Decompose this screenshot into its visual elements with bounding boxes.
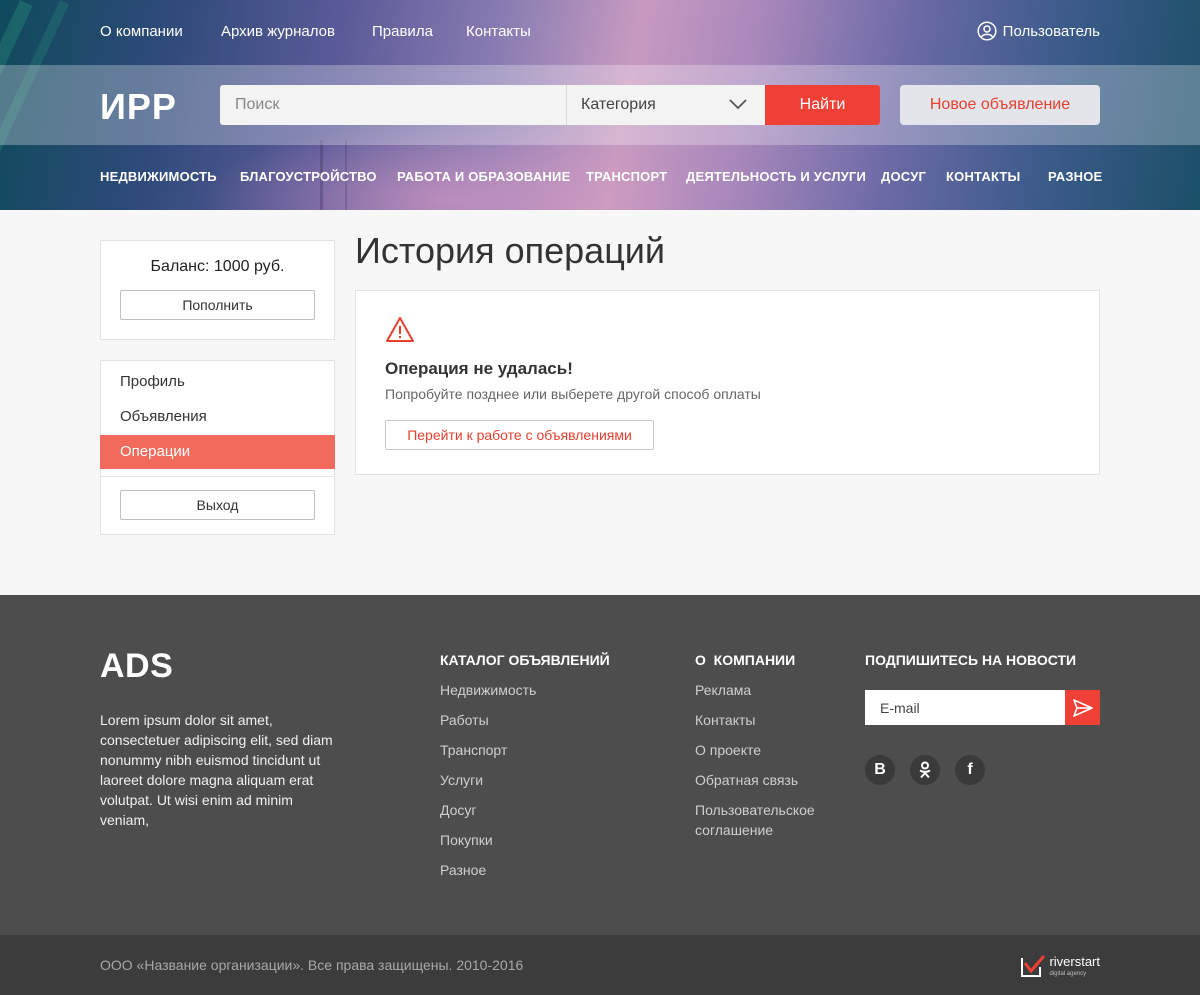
catalog-title: КАТАЛОГ ОБЪЯВЛЕНИЙ bbox=[440, 652, 610, 668]
company-title: О КОМПАНИИ bbox=[695, 652, 796, 668]
logout-button[interactable]: Выход bbox=[120, 490, 315, 520]
cat-improvement[interactable]: БЛАГОУСТРОЙСТВО bbox=[240, 169, 377, 184]
cat-leisure[interactable]: ДОСУГ bbox=[881, 169, 926, 184]
warning-icon bbox=[386, 317, 414, 342]
cat-work-education[interactable]: РАБОТА И ОБРАЗОВАНИЕ bbox=[397, 169, 570, 184]
search-input[interactable] bbox=[220, 85, 566, 125]
user-menu[interactable]: Пользователь bbox=[977, 21, 1100, 41]
company-link[interactable]: Реклама bbox=[695, 680, 751, 700]
cat-transport[interactable]: ТРАНСПОРТ bbox=[586, 169, 667, 184]
copyright: ООО «Название организации». Все права за… bbox=[100, 957, 524, 973]
topnav-about[interactable]: О компании bbox=[100, 23, 183, 40]
cat-realty[interactable]: НЕДВИЖИМОСТЬ bbox=[100, 169, 217, 184]
facebook-icon[interactable]: f bbox=[955, 755, 985, 785]
vk-icon[interactable]: B bbox=[865, 755, 895, 785]
category-navigation: НЕДВИЖИМОСТЬ БЛАГОУСТРОЙСТВО РАБОТА И ОБ… bbox=[100, 165, 1102, 189]
agency-name: riverstart bbox=[1049, 954, 1100, 969]
find-button[interactable]: Найти bbox=[765, 85, 880, 125]
top-navigation: О компании Архив журналов Правила Контак… bbox=[100, 0, 1100, 65]
riverstart-logo-icon bbox=[1021, 954, 1046, 977]
company-link[interactable]: О проекте bbox=[695, 740, 761, 760]
odnoklassniki-icon[interactable] bbox=[910, 755, 940, 785]
bottom-bar: ООО «Название организации». Все права за… bbox=[0, 935, 1200, 995]
error-title: Операция не удалась! bbox=[385, 359, 573, 378]
company-link[interactable]: Пользовательское соглашение bbox=[695, 800, 835, 840]
email-input[interactable] bbox=[865, 690, 1065, 725]
cat-contacts[interactable]: КОНТАКТЫ bbox=[946, 169, 1020, 184]
send-icon bbox=[1072, 698, 1093, 717]
error-message: Попробуйте позднее или выберете другой с… bbox=[385, 386, 761, 402]
topnav-contacts[interactable]: Контакты bbox=[466, 23, 531, 40]
user-icon bbox=[977, 21, 997, 41]
footer-description: Lorem ipsum dolor sit amet, consectetuer… bbox=[100, 712, 333, 828]
balance-text: Баланс: 1000 руб. bbox=[150, 258, 285, 275]
user-label: Пользователь bbox=[1002, 22, 1100, 40]
topnav-archive[interactable]: Архив журналов bbox=[221, 23, 335, 40]
menu-item-operations[interactable]: Операции bbox=[100, 435, 335, 469]
go-to-ads-button[interactable]: Перейти к работе с объявлениями bbox=[385, 420, 654, 450]
category-select[interactable]: Категория bbox=[566, 85, 765, 125]
topnav-rules[interactable]: Правила bbox=[372, 23, 433, 40]
catalog-link[interactable]: Транспорт bbox=[440, 740, 507, 760]
menu-divider bbox=[101, 476, 334, 477]
menu-item-profile[interactable]: Профиль bbox=[101, 365, 334, 399]
topup-button[interactable]: Пополнить bbox=[120, 290, 315, 320]
catalog-link[interactable]: Услуги bbox=[440, 770, 483, 790]
account-menu: Профиль Объявления Операции Выход bbox=[100, 360, 335, 535]
catalog-link[interactable]: Досуг bbox=[440, 800, 477, 820]
chevron-down-icon bbox=[729, 99, 747, 110]
subscribe-button[interactable] bbox=[1065, 690, 1100, 725]
catalog-link[interactable]: Недвижимость bbox=[440, 680, 536, 700]
agency-subtitle: digital agency bbox=[1049, 971, 1087, 977]
page-title: История операций bbox=[355, 230, 666, 271]
error-card: Операция не удалась! Попробуйте позднее … bbox=[355, 290, 1100, 475]
footer-logo[interactable]: ADS bbox=[100, 647, 173, 686]
company-link[interactable]: Контакты bbox=[695, 710, 755, 730]
catalog-link[interactable]: Разное bbox=[440, 860, 486, 880]
odnoklassniki-glyph bbox=[919, 761, 931, 779]
company-link[interactable]: Обратная связь bbox=[695, 770, 798, 790]
footer: ADS Lorem ipsum dolor sit amet, consecte… bbox=[0, 595, 1200, 935]
subscribe-title: ПОДПИШИТЕСЬ НА НОВОСТИ bbox=[865, 652, 1077, 668]
cat-services[interactable]: ДЕЯТЕЛЬНОСТЬ И УСЛУГИ bbox=[686, 169, 866, 184]
site-logo[interactable]: ИРР bbox=[100, 86, 177, 128]
header: О компании Архив журналов Правила Контак… bbox=[0, 0, 1200, 210]
cat-misc[interactable]: РАЗНОЕ bbox=[1048, 169, 1102, 184]
balance-panel: Баланс: 1000 руб. Пополнить bbox=[100, 240, 335, 340]
category-label: Категория bbox=[581, 96, 656, 113]
catalog-link[interactable]: Покупки bbox=[440, 830, 493, 850]
menu-item-ads[interactable]: Объявления bbox=[101, 400, 334, 434]
catalog-link[interactable]: Работы bbox=[440, 710, 489, 730]
new-ad-button[interactable]: Новое объявление bbox=[900, 85, 1100, 125]
agency-logo[interactable]: riverstart digital agency bbox=[1021, 953, 1100, 978]
